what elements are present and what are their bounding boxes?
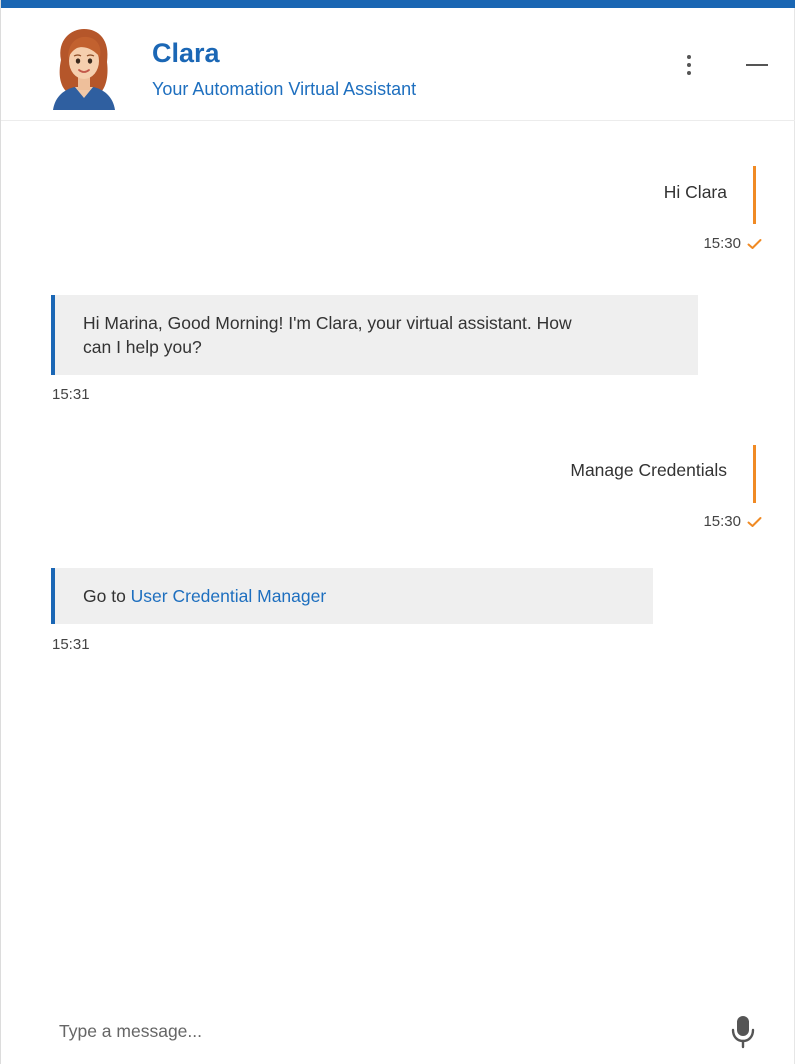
vertical-dots-icon [687, 55, 691, 59]
check-icon [747, 238, 762, 249]
message-input[interactable] [51, 1012, 667, 1050]
bot-message: Go to User Credential Manager [51, 568, 653, 624]
more-options-button[interactable] [677, 48, 701, 82]
chat-header: Clara Your Automation Virtual Assistant [1, 8, 795, 121]
message-text-line: Hi Marina, Good Morning! I'm Clara, your… [83, 313, 572, 333]
chat-window: Clara Your Automation Virtual Assistant … [0, 0, 795, 1064]
user-credential-manager-link[interactable]: User Credential Manager [131, 586, 327, 606]
message-time: 15:31 [52, 386, 90, 403]
message-text: Go to [83, 586, 131, 606]
message-time: 15:30 [703, 235, 762, 252]
bot-name: Clara [152, 38, 220, 68]
message-text: Hi Clara [663, 182, 727, 202]
top-accent-bar [1, 0, 795, 8]
message-time: 15:30 [703, 513, 762, 530]
message-text-line: can I help you? [83, 337, 202, 357]
message-text: Manage Credentials [570, 460, 727, 480]
bot-message: Hi Marina, Good Morning! I'm Clara, your… [51, 295, 698, 375]
message-composer [1, 1000, 795, 1064]
bot-subtitle: Your Automation Virtual Assistant [152, 79, 417, 99]
user-message: Manage Credentials [570, 445, 756, 503]
check-icon [747, 516, 762, 527]
minimize-button[interactable] [743, 52, 773, 78]
user-message: Hi Clara [664, 166, 756, 224]
message-time: 15:31 [52, 636, 90, 653]
microphone-icon[interactable] [729, 1014, 757, 1050]
woman-avatar-icon [53, 29, 115, 110]
